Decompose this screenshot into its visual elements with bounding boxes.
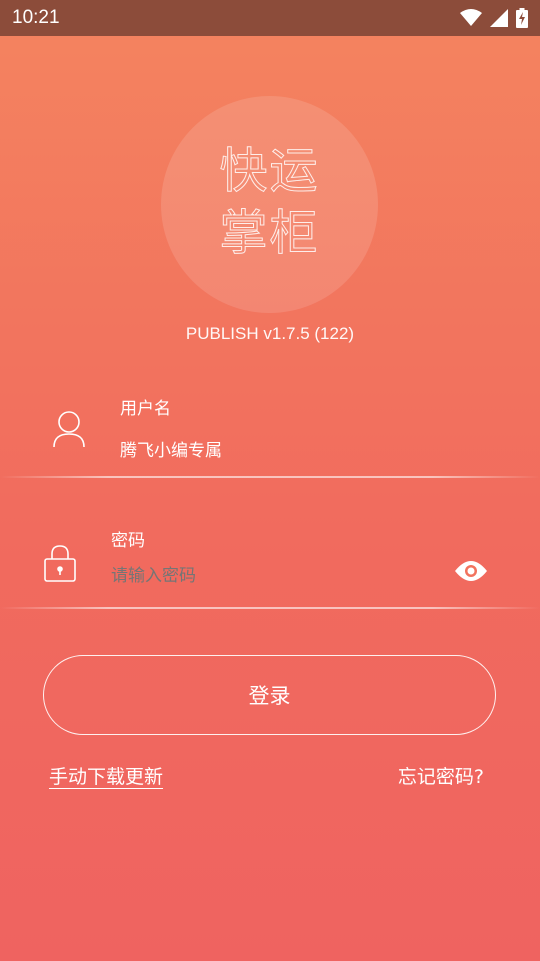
app-logo: 快运 掌柜 (161, 96, 378, 313)
forgot-password-link[interactable]: 忘记密码? (398, 762, 484, 789)
manual-download-link[interactable]: 手动下载更新 (49, 762, 163, 789)
status-time: 10:21 (12, 7, 60, 28)
battery-charging-icon (516, 8, 528, 28)
lock-icon (44, 544, 76, 586)
password-input[interactable] (111, 566, 431, 586)
username-divider (0, 476, 540, 478)
cellular-signal-icon (490, 9, 508, 27)
logo-line-1: 快运 (219, 143, 320, 200)
user-icon (52, 410, 86, 452)
username-input[interactable]: 腾飞小编专属 (120, 436, 222, 461)
password-divider (0, 607, 540, 609)
login-button[interactable]: 登录 (43, 655, 496, 735)
status-icons (460, 8, 528, 28)
logo-text: 快运 掌柜 (161, 140, 378, 264)
version-label: PUBLISH v1.7.5 (122) (185, 324, 355, 343)
logo-line-2: 掌柜 (219, 205, 320, 262)
username-label: 用户名 (120, 399, 171, 419)
status-bar: 10:21 (0, 0, 540, 36)
wifi-icon (460, 9, 482, 26)
eye-icon[interactable] (454, 559, 488, 587)
password-label: 密码 (111, 531, 145, 551)
